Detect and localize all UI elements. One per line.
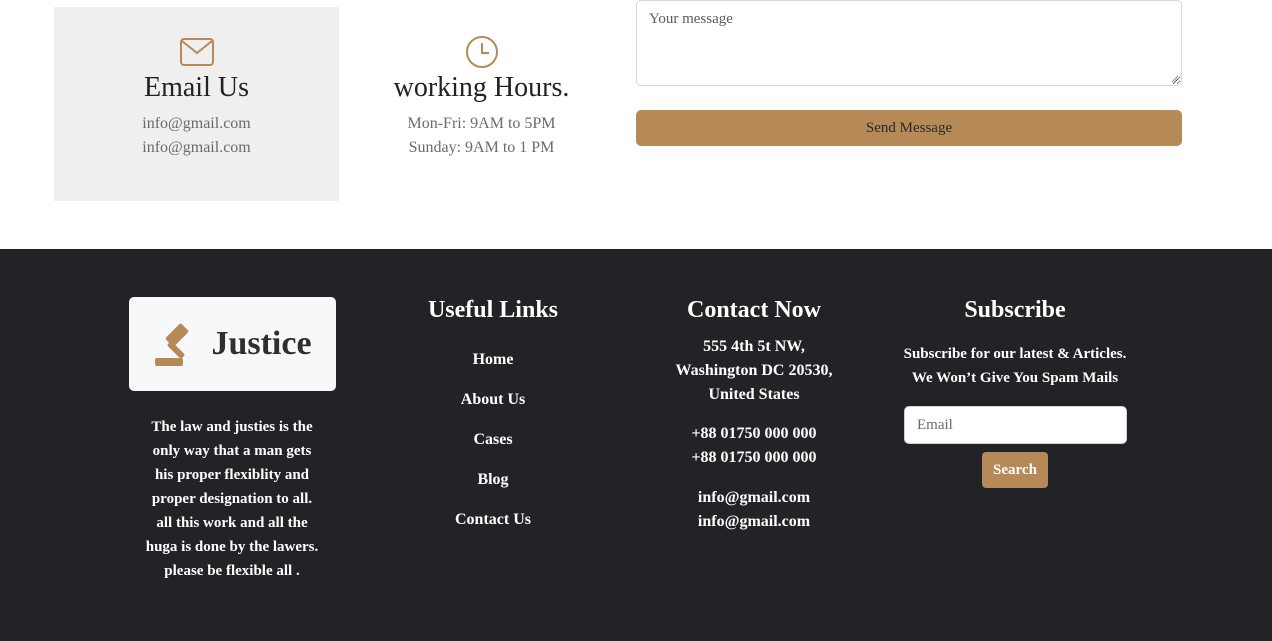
hours-card-line-1: Mon-Fri: 9AM to 5PM bbox=[407, 115, 556, 132]
subscribe-line: We Won’t Give You Spam Mails bbox=[911, 370, 1119, 386]
message-placeholder: Your message bbox=[649, 11, 733, 27]
clock-icon bbox=[339, 35, 624, 69]
footer-link-about[interactable]: About Us bbox=[393, 391, 593, 431]
useful-links-list: Home About Us Cases Blog Contact Us bbox=[393, 351, 593, 551]
send-message-button[interactable]: Send Message bbox=[636, 110, 1182, 146]
email-card: Email Us info@gmail.com info@gmail.com bbox=[54, 7, 339, 201]
phone-number: +88 01750 000 000 bbox=[691, 425, 817, 442]
email-address: info@gmail.com bbox=[697, 513, 811, 530]
footer-link-cases[interactable]: Cases bbox=[393, 431, 593, 471]
footer-link-home[interactable]: Home bbox=[393, 351, 593, 391]
email-placeholder: Email bbox=[917, 416, 953, 433]
logo-text: Justice bbox=[211, 325, 312, 362]
about-line: please be flexible all . bbox=[164, 563, 300, 579]
about-line: huga is done by the lawers. bbox=[145, 539, 319, 555]
hours-card-line-2: Sunday: 9AM to 1 PM bbox=[408, 139, 555, 156]
logo[interactable]: Justice bbox=[129, 297, 336, 391]
about-line: only way that a man gets bbox=[152, 443, 312, 459]
contact-emails: info@gmail.com info@gmail.com bbox=[654, 486, 854, 534]
contact-section: Email Us info@gmail.com info@gmail.com w… bbox=[0, 0, 1272, 249]
email-card-line-1: info@gmail.com bbox=[142, 115, 251, 132]
address-line: Washington DC 20530, bbox=[675, 362, 833, 379]
hours-card: working Hours. Mon-Fri: 9AM to 5PM Sunda… bbox=[339, 7, 624, 201]
gavel-icon bbox=[155, 323, 189, 366]
contact-now-title: Contact Now bbox=[687, 297, 821, 323]
about-line: his proper flexiblity and bbox=[154, 467, 310, 483]
email-address: info@gmail.com bbox=[697, 489, 811, 506]
message-textarea[interactable]: Your message bbox=[636, 0, 1182, 86]
site-footer: Justice The law and justies is the only … bbox=[0, 249, 1272, 641]
envelope-icon bbox=[54, 35, 339, 69]
useful-links-title: Useful Links bbox=[427, 297, 559, 323]
resize-grip-icon[interactable] bbox=[1171, 75, 1179, 83]
footer-link-contact[interactable]: Contact Us bbox=[393, 511, 593, 551]
address-line: 555 4th 5t NW, bbox=[703, 338, 805, 355]
phone-number: +88 01750 000 000 bbox=[691, 449, 817, 466]
about-line: all this work and all the bbox=[156, 515, 308, 531]
subscribe-title: Subscribe bbox=[964, 297, 1066, 323]
contact-phones: +88 01750 000 000 +88 01750 000 000 bbox=[654, 422, 854, 470]
contact-address: 555 4th 5t NW, Washington DC 20530, Unit… bbox=[654, 335, 854, 407]
about-line: The law and justies is the bbox=[151, 419, 313, 435]
address-line: United States bbox=[708, 386, 800, 403]
hours-card-title: working Hours. bbox=[393, 72, 570, 103]
email-card-line-2: info@gmail.com bbox=[142, 139, 251, 156]
footer-link-blog[interactable]: Blog bbox=[393, 471, 593, 511]
about-text: The law and justies is the only way that… bbox=[132, 415, 332, 583]
subscribe-text: Subscribe for our latest & Articles. We … bbox=[885, 342, 1145, 390]
email-card-title: Email Us bbox=[144, 72, 249, 103]
subscribe-search-button[interactable]: Search bbox=[982, 452, 1048, 488]
subscribe-email-input[interactable]: Email bbox=[904, 406, 1127, 444]
about-line: proper designation to all. bbox=[151, 491, 313, 507]
subscribe-line: Subscribe for our latest & Articles. bbox=[903, 346, 1127, 362]
